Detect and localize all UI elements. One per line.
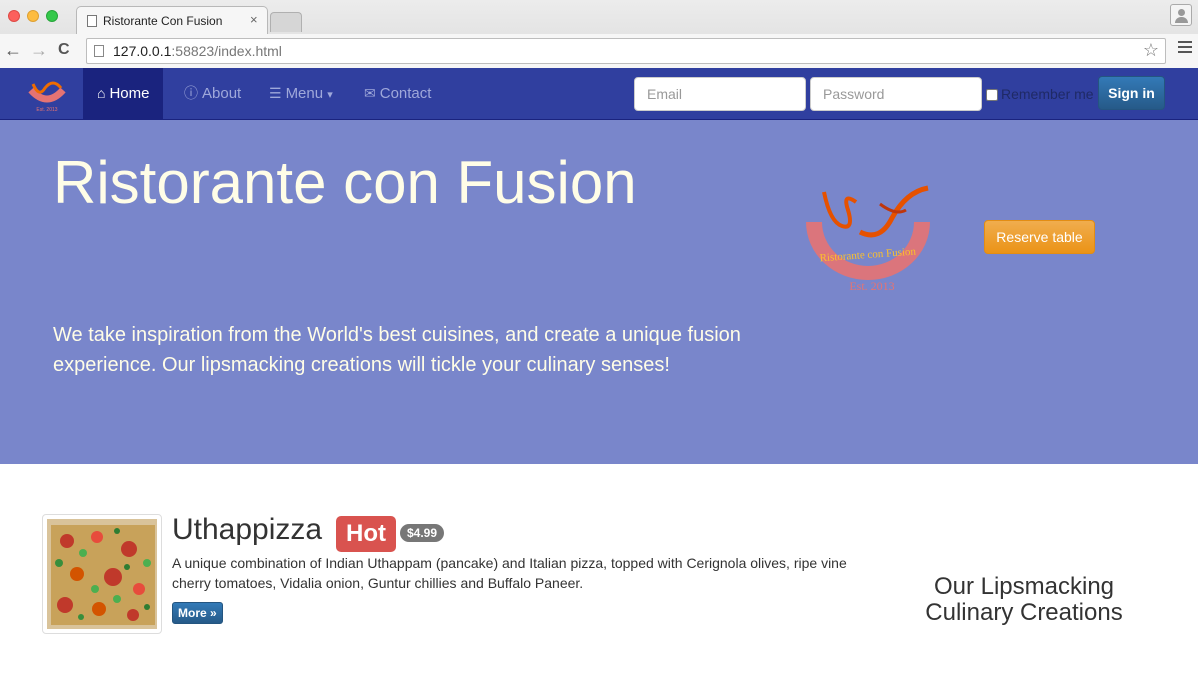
password-field[interactable]: Password: [810, 77, 982, 111]
tab-close-icon[interactable]: ×: [250, 12, 258, 27]
jumbotron: Ristorante con Fusion We take inspiratio…: [0, 120, 1198, 464]
info-icon: ⓘ: [184, 85, 198, 101]
remember-me[interactable]: Remember me: [986, 86, 1094, 102]
profile-icon[interactable]: [1170, 4, 1192, 26]
hot-label: Hot: [336, 516, 396, 552]
nav-contact-label: Contact: [379, 85, 432, 102]
page-title: Ristorante con Fusion: [53, 149, 637, 216]
price-badge: $4.99: [400, 524, 445, 542]
dish-thumbnail: [42, 514, 162, 634]
address-bar[interactable]: 127.0.0.1:58823/index.html ☆: [86, 38, 1166, 64]
reserve-table-button[interactable]: Reserve table: [984, 220, 1095, 254]
nav-menu-label: Menu: [285, 85, 324, 102]
tab-title: Ristorante Con Fusion: [103, 14, 223, 28]
nav-home-label: Home: [109, 85, 150, 102]
featured-heading: Our Lipsmacking Culinary Creations: [925, 573, 1123, 626]
minimize-window-button[interactable]: [27, 10, 39, 22]
nav-about[interactable]: ⓘ About: [170, 68, 255, 119]
jumbotron-lead: We take inspiration from the World's bes…: [53, 324, 741, 376]
more-button[interactable]: More »: [172, 602, 223, 624]
reload-icon[interactable]: C: [58, 40, 70, 60]
svg-text:Est. 2013: Est. 2013: [36, 107, 57, 112]
envelope-icon: ✉: [364, 85, 376, 101]
dish-name: Uthappizza: [172, 513, 323, 546]
brand-logo[interactable]: Est. 2013: [25, 78, 69, 112]
pizza-image: [47, 519, 157, 629]
page-icon: [87, 15, 97, 27]
remember-label: Remember me: [1001, 86, 1094, 102]
browser-chrome: Ristorante Con Fusion × ← → C 127.0.0.1:…: [0, 0, 1198, 68]
maximize-window-button[interactable]: [46, 10, 58, 22]
close-window-button[interactable]: [8, 10, 20, 22]
browser-tab[interactable]: Ristorante Con Fusion ×: [76, 6, 268, 34]
forward-icon[interactable]: →: [30, 40, 48, 60]
email-field[interactable]: Email: [634, 77, 806, 111]
list-icon: ☰: [269, 85, 282, 101]
sign-in-button[interactable]: Sign in: [1098, 76, 1165, 110]
svg-text:Est. 2013: Est. 2013: [849, 279, 894, 293]
new-tab-button[interactable]: [270, 12, 302, 32]
site-navbar: Est. 2013 ⌂ Home ⓘ About ☰ Menu ▾ ✉ Contact …: [0, 68, 1198, 120]
remember-checkbox[interactable]: [986, 89, 998, 101]
tab-bar: Ristorante Con Fusion ×: [0, 0, 1198, 34]
browser-menu-icon[interactable]: [1178, 41, 1192, 56]
nav-about-label: About: [202, 85, 242, 102]
url-text: 127.0.0.1:58823/index.html: [113, 43, 282, 59]
nav-home[interactable]: ⌂ Home: [83, 68, 164, 119]
browser-toolbar: ← → C 127.0.0.1:58823/index.html ☆: [0, 34, 1198, 68]
home-icon: ⌂: [97, 85, 106, 101]
caret-down-icon: ▾: [327, 89, 333, 101]
bookmark-star-icon[interactable]: ☆: [1143, 40, 1159, 61]
restaurant-logo: Ristorante con Fusion Est. 2013: [806, 185, 930, 293]
back-icon[interactable]: ←: [4, 40, 22, 60]
nav-contact[interactable]: ✉ Contact: [350, 68, 445, 119]
dish-description: A unique combination of Indian Uthappam …: [172, 555, 847, 591]
page-icon: [94, 45, 104, 57]
nav-menu-dropdown[interactable]: ☰ Menu ▾: [255, 68, 347, 119]
